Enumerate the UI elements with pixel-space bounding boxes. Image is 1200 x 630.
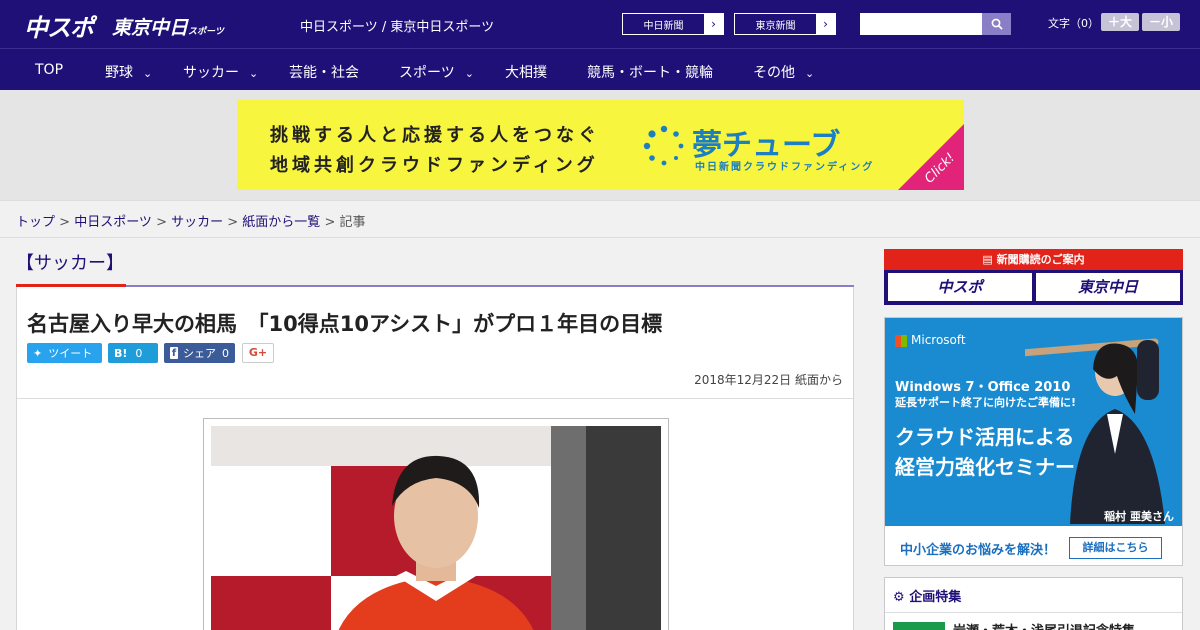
windows-logo-icon xyxy=(895,334,907,347)
feature-item-title[interactable]: 岩瀬・荒木・浅尾引退記念特集 xyxy=(953,620,1135,630)
article-headline: 名古屋入り早大の相馬 「10得点10アシスト」がプロ１年目の目標 xyxy=(27,312,663,336)
ad-line2: 延長サポート終了に向けたご準備に! xyxy=(895,396,1077,409)
ribbon-icon: ⚙ xyxy=(893,590,905,605)
feature-box: ⚙ 企画特集 岩瀬・荒木・浅尾引退記念特集 xyxy=(884,577,1183,630)
banner-line2: 地域共創クラウドファンディング xyxy=(270,155,599,176)
subscribe-chuspo-button[interactable]: 中スポ xyxy=(888,273,1032,301)
ad-person-name: 稲村 亜美さん xyxy=(1104,510,1174,523)
subscribe-tokyo-chunichi-button[interactable]: 東京中日 xyxy=(1036,273,1180,301)
nav-top[interactable]: TOP xyxy=(35,62,63,78)
ad-line1: Windows 7・Office 2010 xyxy=(895,380,1071,395)
hatena-bookmark-button[interactable]: B! 0 xyxy=(108,343,158,363)
font-smaller-button[interactable]: －小 xyxy=(1142,13,1180,31)
breadcrumb-top[interactable]: トップ xyxy=(16,215,55,230)
breadcrumb-soccer[interactable]: サッカー xyxy=(171,215,223,230)
newspaper-icon: ▤ xyxy=(982,253,993,266)
chevron-down-icon: ⌄ xyxy=(464,67,474,80)
site-logo[interactable]: 中スポ 東京中日スポーツ xyxy=(24,8,224,43)
subscribe-heading: ▤ 新聞購読のご案内 xyxy=(982,253,1085,266)
search-icon xyxy=(991,18,1003,30)
hatena-icon: B! xyxy=(114,346,128,360)
chevron-down-icon: ⌄ xyxy=(143,67,153,80)
chevron-down-icon: ⌄ xyxy=(249,67,259,80)
article-photo[interactable] xyxy=(211,426,661,630)
logo-tokyo-chunichi: 東京中日スポーツ xyxy=(112,17,224,39)
tweet-button[interactable]: ✦ ツイート xyxy=(27,343,102,363)
nav-soccer[interactable]: サッカー ⌄ xyxy=(183,62,258,82)
tokyo-shimbun-button[interactable]: 東京新聞 › xyxy=(734,13,836,35)
player-photo-image xyxy=(211,426,661,630)
article-divider xyxy=(17,398,853,399)
chevron-right-icon: › xyxy=(816,14,835,34)
google-plus-button[interactable]: G+ xyxy=(242,343,274,363)
top-header: 中スポ 東京中日スポーツ 中日スポーツ / 東京中日スポーツ 中日新聞 › 東京… xyxy=(0,0,1200,48)
category-label: 【サッカー】 xyxy=(16,253,124,274)
site-links[interactable]: 中日スポーツ / 東京中日スポーツ xyxy=(300,16,494,35)
nav-sumo[interactable]: 大相撲 xyxy=(505,62,547,82)
ad-headline2: 経営力強化セミナー xyxy=(895,455,1075,479)
twitter-icon: ✦ xyxy=(33,346,43,360)
search-input[interactable] xyxy=(860,13,982,35)
microsoft-logo: Microsoft xyxy=(895,333,966,347)
facebook-icon: f xyxy=(170,347,178,359)
nav-entertainment[interactable]: 芸能・社会 xyxy=(289,62,359,82)
banner-brand-sub: 中日新聞クラウドファンディング xyxy=(695,162,875,173)
nav-sports[interactable]: スポーツ ⌄ xyxy=(399,62,474,82)
article-photo-frame xyxy=(203,418,669,630)
microsoft-seminar-ad[interactable]: Microsoft Windows 7・Office 2010 延長サポート終了… xyxy=(884,317,1183,566)
search-button[interactable] xyxy=(982,13,1011,35)
main-nav: TOP 野球 ⌄ サッカー ⌄ 芸能・社会 スポーツ ⌄ 大相撲 競馬・ボート・競輪 … xyxy=(0,48,1200,90)
banner-line1: 挑戦する人と応援する人をつなぐ xyxy=(270,125,600,146)
article-date: 2018年12月22日 紙面から xyxy=(694,373,843,387)
breadcrumb-current: 記事 xyxy=(339,215,366,230)
nav-baseball[interactable]: 野球 ⌄ xyxy=(105,62,152,82)
breadcrumb-bar: トップ > 中日スポーツ > サッカー > 紙面から一覧 > 記事 xyxy=(0,200,1200,238)
feature-thumbnail[interactable] xyxy=(893,622,945,630)
breadcrumb-paper-list[interactable]: 紙面から一覧 xyxy=(242,215,320,230)
font-size-label: 文字（0） xyxy=(1048,17,1099,30)
facebook-share-button[interactable]: f シェア 0 xyxy=(164,343,235,363)
ad-bottom-text: 中小企業のお悩みを解決！ xyxy=(900,543,1057,558)
nav-racing[interactable]: 競馬・ボート・競輪 xyxy=(587,62,713,82)
feature-divider xyxy=(885,612,1182,613)
breadcrumb: トップ > 中日スポーツ > サッカー > 紙面から一覧 > 記事 xyxy=(16,215,366,230)
logo-chuspo: 中スポ xyxy=(24,14,94,42)
feature-heading: ⚙ 企画特集 xyxy=(893,590,962,605)
yume-tube-logo-icon xyxy=(643,125,684,166)
crowdfunding-banner[interactable]: 挑戦する人と応援する人をつなぐ 地域共創クラウドファンディング 夢チューブ 中日… xyxy=(237,100,964,190)
font-bigger-button[interactable]: ＋大 xyxy=(1101,13,1139,31)
article-card: 名古屋入り早大の相馬 「10得点10アシスト」がプロ１年目の目標 ✦ ツイート … xyxy=(16,287,854,630)
ad-headline1: クラウド活用による xyxy=(895,425,1075,449)
chevron-down-icon: ⌄ xyxy=(805,67,815,80)
nav-other[interactable]: その他 ⌄ xyxy=(753,62,814,82)
chevron-right-icon: › xyxy=(704,14,723,34)
breadcrumb-chunichi-sports[interactable]: 中日スポーツ xyxy=(74,215,152,230)
chunichi-shimbun-button[interactable]: 中日新聞 › xyxy=(622,13,724,35)
ad-detail-button[interactable]: 詳細はこちら xyxy=(1069,537,1162,559)
